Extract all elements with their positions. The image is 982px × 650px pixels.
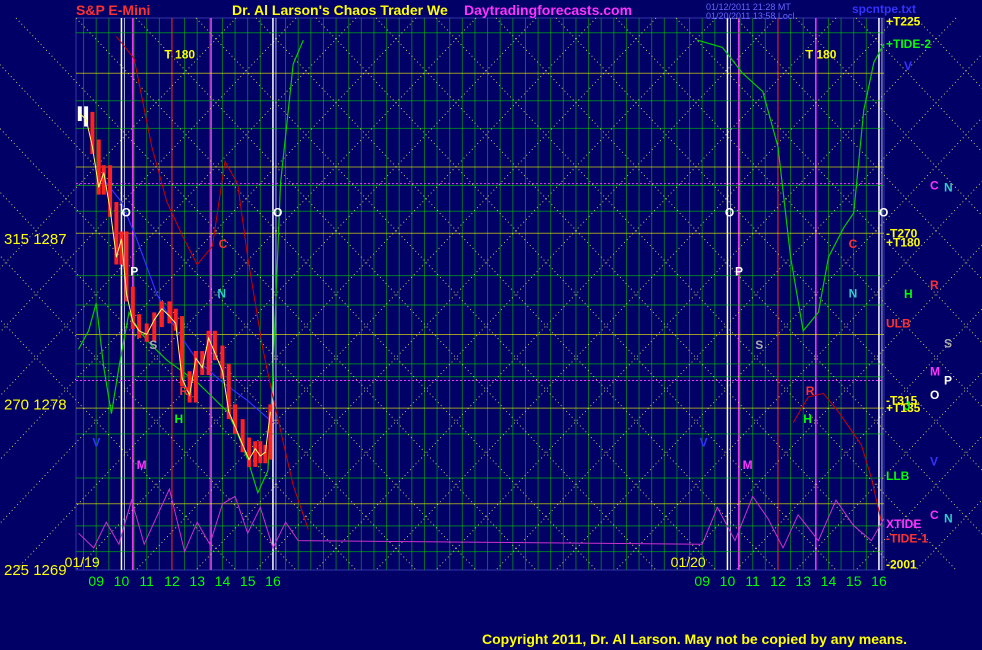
chart-annotation: R — [180, 384, 189, 398]
right-axis-label: LLB — [886, 469, 910, 483]
right-axis-label: +T225 — [886, 15, 921, 29]
copyright-notice: Copyright 2011, Dr. Al Larson. May not b… — [482, 631, 908, 647]
x-tick-label: 12 — [164, 573, 180, 589]
x-tick-label: 14 — [215, 573, 231, 589]
field-lines-layer — [77, 36, 885, 554]
x-tick-label: 16 — [871, 573, 887, 589]
right-axis-label: ULB — [886, 316, 911, 330]
chart-annotation: V — [92, 436, 100, 450]
right-axis-label: J — [904, 399, 911, 413]
right-axis-label: N — [944, 511, 953, 525]
chart-annotation: O — [121, 206, 130, 220]
chart-annotation: N — [849, 287, 858, 301]
right-axis-label: N — [944, 180, 953, 194]
x-tick-label: 15 — [240, 573, 256, 589]
chart-annotation: O — [273, 206, 282, 220]
chart-annotation: C — [219, 237, 228, 251]
diagonal-grid-line — [915, 499, 982, 571]
chart-annotation: S — [149, 338, 157, 352]
right-axis-label: +T180 — [886, 235, 921, 249]
chart-title: Dr. Al Larson's Chaos Trader We — [232, 2, 448, 18]
chart-annotation: P — [735, 265, 743, 279]
xtide-line — [78, 487, 885, 554]
date-label: 01/19 — [65, 554, 100, 570]
chart-annotation: R — [806, 384, 815, 398]
site-link[interactable]: Daytradingforecasts.com — [464, 2, 632, 18]
x-tick-label: 13 — [189, 573, 205, 589]
y-axis-label: 270 1278 — [4, 396, 67, 413]
chart-canvas: 315 1287 270 1278 225 1269 09 10 11 12 13 14 15 16… — [0, 15, 982, 589]
file-name: spcntpe.txt — [852, 2, 917, 16]
x-tick-label: 12 — [770, 573, 786, 589]
x-tick-label: 11 — [139, 573, 154, 589]
chart-annotation: T 180 — [806, 47, 837, 61]
chart-annotation: H — [174, 412, 183, 426]
chart-annotation: M — [743, 458, 753, 472]
y-axis-label: 315 1287 — [4, 231, 67, 248]
right-axis-label: O — [930, 388, 939, 402]
right-axis-label: V — [904, 59, 912, 73]
y-axis-label: 225 1269 — [4, 562, 67, 579]
right-axis-label: P — [944, 373, 952, 387]
right-axis-label: S — [944, 337, 952, 351]
date-label: 01/20 — [671, 554, 706, 570]
chart-annotation: P — [130, 265, 138, 279]
right-axis-label: +TIDE-2 — [886, 37, 931, 51]
x-tick-label: 15 — [846, 573, 862, 589]
right-axis-label: XTIDE — [886, 517, 921, 531]
chart-annotation: T 180 — [164, 47, 195, 61]
x-tick-label: 10 — [114, 573, 130, 589]
diagonal-grid-line — [915, 17, 982, 89]
chart-annotation: H — [803, 412, 812, 426]
x-tick-label: 14 — [821, 573, 837, 589]
chart-annotation: C — [849, 237, 858, 251]
right-axis-label: R — [930, 278, 939, 292]
timestamp-line-2: 01/20/2011 13:58 Locl — [706, 11, 795, 21]
right-axis-label: V — [930, 454, 938, 468]
chart-annotation: O — [879, 206, 888, 220]
chart-annotation: M — [137, 458, 147, 472]
x-tick-label: 09 — [694, 573, 710, 589]
x-tick-label: 16 — [265, 573, 281, 589]
grid-layer — [0, 17, 982, 571]
chart-annotation: V — [700, 436, 708, 450]
red-field-line — [116, 36, 309, 530]
right-axis-label: H — [904, 287, 913, 301]
chart-window: { "header": { "instrument": "S&P E-Mini"… — [0, 0, 982, 650]
right-axis-label: -2001 — [886, 557, 917, 571]
x-tick-label: 09 — [88, 573, 104, 589]
chart-annotation: O — [725, 206, 734, 220]
x-tick-label: 13 — [795, 573, 811, 589]
x-tick-label: 11 — [745, 573, 760, 589]
right-axis-label: -TIDE-1 — [886, 532, 928, 546]
instrument-title: S&P E-Mini — [76, 2, 151, 18]
chart-annotation: N — [217, 287, 226, 301]
right-axis-label: C — [930, 178, 939, 192]
x-tick-label: 10 — [720, 573, 736, 589]
right-axis-label: M — [930, 364, 940, 378]
right-axis-label: C — [930, 508, 939, 522]
chart-annotation: S — [755, 338, 763, 352]
